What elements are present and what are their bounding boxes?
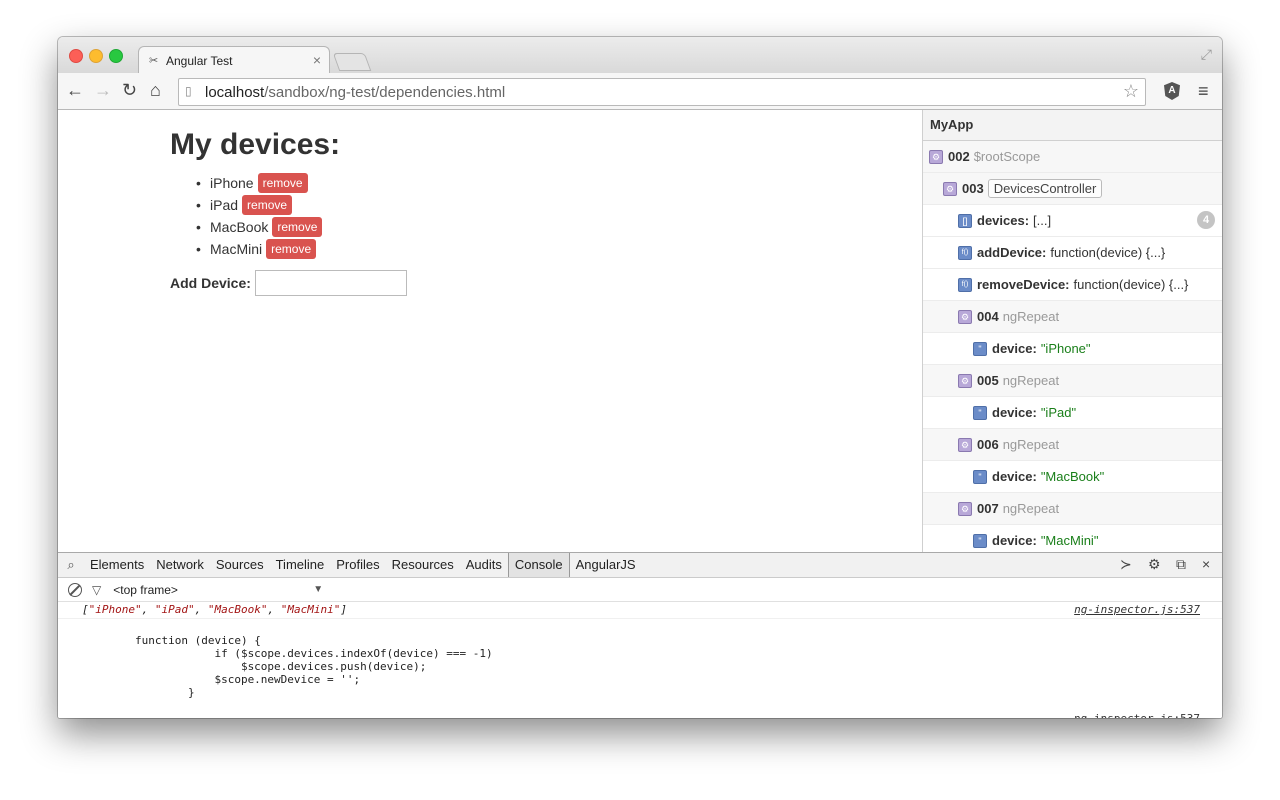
search-icon[interactable]: ⌕	[58, 557, 84, 573]
reload-icon[interactable]: ↻	[122, 81, 137, 99]
devtools-panel: ⌕ Elements Network Sources Timeline Prof…	[58, 552, 1222, 718]
tab-close-icon[interactable]: ×	[313, 52, 321, 68]
tab-title: Angular Test	[166, 54, 233, 68]
function-icon: f()	[958, 245, 972, 260]
menu-hamburger-icon[interactable]: ≡	[1198, 81, 1209, 102]
model-row-devices[interactable]: [] devices: [...] 4	[923, 205, 1222, 237]
back-arrow-icon[interactable]: ←	[66, 81, 84, 99]
app-name: MyApp	[923, 110, 1222, 141]
browser-tab[interactable]: ✂ Angular Test ×	[138, 46, 330, 75]
page-content: My devices: iPhoneremove iPadremove MacB…	[58, 110, 922, 552]
tab-audits[interactable]: Audits	[460, 553, 508, 577]
tab-resources[interactable]: Resources	[386, 553, 460, 577]
list-item: MacBookremove	[196, 216, 323, 238]
scope-row-repeat[interactable]: ⚙ 005 ngRepeat	[923, 365, 1222, 397]
frame-selector[interactable]: <top frame>	[113, 583, 313, 597]
log-source-link[interactable]: ng-inspector.js:537	[1074, 602, 1200, 618]
chevron-down-icon[interactable]: ▼	[313, 584, 323, 595]
model-row-device[interactable]: " device: "MacMini"	[923, 525, 1222, 552]
tab-angularjs[interactable]: AngularJS	[570, 553, 642, 577]
list-item: MacMiniremove	[196, 238, 322, 260]
close-devtools-icon[interactable]: ×	[1202, 556, 1210, 572]
tab-console[interactable]: Console	[507, 553, 570, 577]
url-text[interactable]: localhost/sandbox/ng-test/dependencies.h…	[205, 84, 505, 101]
array-icon: []	[958, 213, 972, 228]
minimize-window-button[interactable]	[89, 49, 103, 63]
scope-icon: ⚙	[958, 501, 972, 516]
log-source-link[interactable]: ng-inspector.js:537	[1074, 712, 1200, 718]
scope-icon: ⚙	[943, 181, 957, 196]
page-icon: ▯	[185, 84, 192, 98]
drawer-toggle-icon[interactable]: ≻	[1120, 556, 1132, 573]
tab-network[interactable]: Network	[150, 553, 210, 577]
scope-icon: ⚙	[958, 437, 972, 452]
devtools-tab-bar: ⌕ Elements Network Sources Timeline Prof…	[58, 553, 1222, 578]
list-item: iPadremove	[196, 194, 322, 216]
ng-inspector-panel: MyApp ⚙ 002 $rootScope ⚙ 003 DevicesCont…	[922, 110, 1222, 552]
scope-row-repeat[interactable]: ⚙ 006 ngRepeat	[923, 429, 1222, 461]
scope-icon: ⚙	[929, 149, 943, 164]
string-icon: "	[973, 341, 987, 356]
filter-icon[interactable]: ▽	[92, 583, 101, 597]
model-row-device[interactable]: " device: "MacBook"	[923, 461, 1222, 493]
remove-button[interactable]: remove	[257, 173, 308, 193]
log-entry: function (device) { if ($scope.devices.i…	[58, 619, 1222, 718]
clear-console-icon[interactable]	[68, 582, 82, 597]
log-entry: ["iPhone", "iPad", "MacBook", "MacMini"]…	[58, 602, 1222, 619]
model-row-device[interactable]: " device: "iPad"	[923, 397, 1222, 429]
tab-timeline[interactable]: Timeline	[270, 553, 331, 577]
address-bar[interactable]: ▯ localhost/sandbox/ng-test/dependencies…	[178, 78, 1146, 106]
model-row-add-device[interactable]: f() addDevice: function(device) {...}	[923, 237, 1222, 269]
zoom-window-button[interactable]	[109, 49, 123, 63]
scope-icon: ⚙	[958, 373, 972, 388]
remove-button[interactable]: remove	[242, 195, 293, 215]
forward-arrow-icon[interactable]: →	[94, 81, 112, 99]
tab-profiles[interactable]: Profiles	[330, 553, 385, 577]
scope-row-controller[interactable]: ⚙ 003 DevicesController	[923, 173, 1222, 205]
tab-elements[interactable]: Elements	[84, 553, 150, 577]
close-window-button[interactable]	[69, 49, 83, 63]
model-row-device[interactable]: " device: "iPhone"	[923, 333, 1222, 365]
console-toolbar: ▽ <top frame> ▼	[58, 578, 1222, 602]
fullscreen-icon[interactable]: ⤢	[1201, 46, 1212, 63]
scope-row-repeat[interactable]: ⚙ 004 ngRepeat	[923, 301, 1222, 333]
browser-toolbar: ← → ↻ ⌂ ▯ localhost/sandbox/ng-test/depe…	[58, 73, 1222, 110]
device-list: iPhoneremove iPadremove MacBookremove Ma…	[196, 172, 323, 260]
remove-button[interactable]: remove	[272, 217, 323, 237]
remove-button[interactable]: remove	[266, 239, 317, 259]
scope-icon: ⚙	[958, 309, 972, 324]
function-icon: f()	[958, 277, 972, 292]
console-output: ["iPhone", "iPad", "MacBook", "MacMini"]…	[58, 602, 1222, 718]
string-icon: "	[973, 469, 987, 484]
browser-window: ✂ Angular Test × ⤢ ← → ↻ ⌂ ▯ localhost/s…	[58, 37, 1222, 718]
model-row-remove-device[interactable]: f() removeDevice: function(device) {...}	[923, 269, 1222, 301]
list-item: iPhoneremove	[196, 172, 322, 194]
dock-icon[interactable]: ⧉	[1176, 556, 1186, 573]
home-icon[interactable]: ⌂	[150, 81, 161, 99]
scope-row-root[interactable]: ⚙ 002 $rootScope	[923, 141, 1222, 173]
bookmark-star-icon[interactable]: ☆	[1123, 81, 1139, 102]
string-icon: "	[973, 405, 987, 420]
count-badge: 4	[1197, 211, 1215, 229]
add-device-input[interactable]	[255, 270, 407, 296]
settings-gear-icon[interactable]: ⚙	[1148, 556, 1161, 573]
title-bar: ✂ Angular Test × ⤢	[58, 37, 1222, 75]
add-device-label: Add Device:	[170, 275, 251, 291]
page-title: My devices:	[170, 128, 341, 161]
page-favicon-icon: ✂	[149, 55, 159, 67]
controller-badge: DevicesController	[987, 179, 1103, 198]
new-tab-button[interactable]	[332, 53, 372, 71]
string-icon: "	[973, 533, 987, 548]
scope-row-repeat[interactable]: ⚙ 007 ngRepeat	[923, 493, 1222, 525]
tab-sources[interactable]: Sources	[210, 553, 270, 577]
